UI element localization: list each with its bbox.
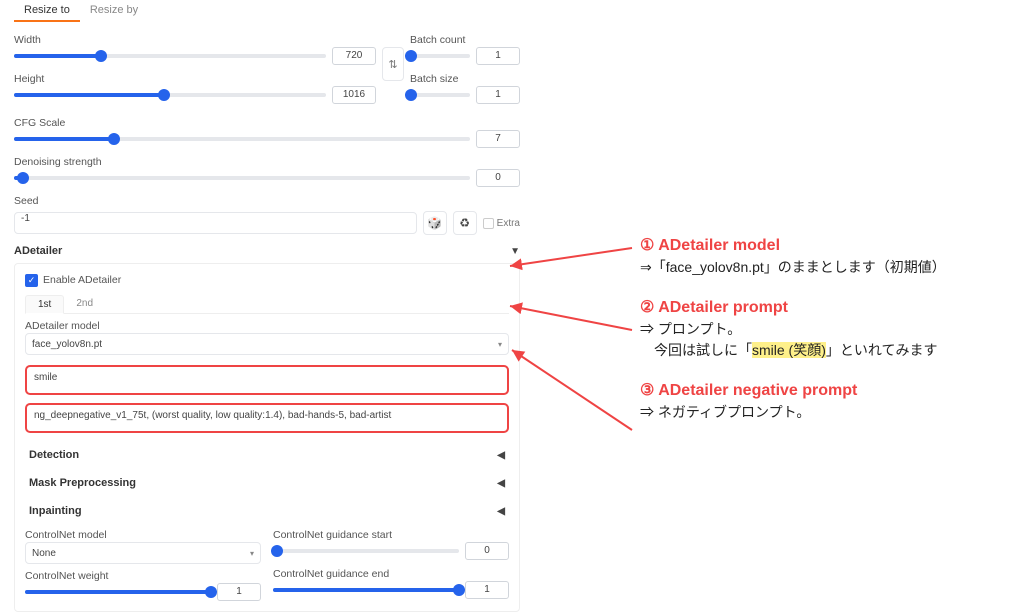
tab-resize-to[interactable]: Resize to	[14, 0, 80, 22]
controlnet-gend-value[interactable]: 1	[465, 581, 509, 599]
adetailer-model-label: ADetailer model	[25, 320, 509, 332]
width-slider[interactable]	[14, 54, 326, 58]
adetailer-model-select[interactable]: face_yolov8n.pt▾	[25, 333, 509, 355]
chevron-left-icon: ◀	[497, 478, 505, 489]
denoise-value[interactable]: 0	[476, 169, 520, 187]
controlnet-gend-slider[interactable]	[273, 588, 459, 592]
height-slider[interactable]	[14, 93, 326, 97]
width-value[interactable]: 720	[332, 47, 376, 65]
adetailer-prompt-input[interactable]: smile	[25, 365, 509, 395]
controlnet-gend-label: ControlNet guidance end	[273, 568, 509, 580]
controlnet-model-select[interactable]: None▾	[25, 542, 261, 564]
chevron-left-icon: ◀	[497, 506, 505, 517]
dice-button[interactable]: 🎲	[423, 211, 447, 235]
annotation-3-title: ③ ADetailer negative prompt	[640, 380, 1010, 400]
adetailer-panel: ✓ Enable ADetailer 1st 2nd ADetailer mod…	[14, 263, 520, 612]
batch-count-slider[interactable]	[410, 54, 470, 58]
inpainting-accordion[interactable]: Inpainting◀	[25, 497, 509, 525]
adetailer-subtabs: 1st 2nd	[25, 295, 509, 314]
enable-adetailer-checkbox[interactable]: ✓	[25, 274, 38, 287]
recycle-button[interactable]: ♻	[453, 211, 477, 235]
batch-size-label: Batch size	[410, 73, 520, 85]
controlnet-weight-label: ControlNet weight	[25, 570, 261, 582]
annotation-2-body: ⇒ プロンプト。 今回は試しに「smile (笑顔)」といれてみます	[640, 319, 1010, 362]
chevron-down-icon: ▼	[510, 246, 520, 257]
chevron-left-icon: ◀	[497, 450, 505, 461]
batch-size-slider[interactable]	[410, 93, 470, 97]
seed-input[interactable]: -1	[14, 212, 417, 234]
adetailer-header[interactable]: ADetailer ▼	[14, 245, 520, 257]
controlnet-gstart-label: ControlNet guidance start	[273, 529, 509, 541]
seed-label: Seed	[14, 195, 520, 207]
width-label: Width	[14, 34, 376, 46]
controlnet-gstart-slider[interactable]	[273, 549, 459, 553]
subtab-2nd[interactable]: 2nd	[64, 295, 105, 313]
annotation-1-body: ⇒「face_yolov8n.pt」のままとします（初期値）	[640, 257, 1010, 279]
annotation-panel: ① ADetailer model ⇒「face_yolov8n.pt」のままと…	[640, 235, 1010, 442]
cfg-label: CFG Scale	[14, 117, 520, 129]
detection-accordion[interactable]: Detection◀	[25, 441, 509, 469]
adetailer-negative-prompt-input[interactable]: ng_deepnegative_v1_75t, (worst quality, …	[25, 403, 509, 433]
annotation-2-title: ② ADetailer prompt	[640, 297, 1010, 317]
cfg-value[interactable]: 7	[476, 130, 520, 148]
swap-dimensions-button[interactable]: ⇅	[382, 47, 404, 81]
annotation-3-body: ⇒ ネガティブプロンプト。	[640, 402, 1010, 424]
height-value[interactable]: 1016	[332, 86, 376, 104]
batch-size-value[interactable]: 1	[476, 86, 520, 104]
chevron-down-icon: ▾	[250, 549, 254, 558]
subtab-1st[interactable]: 1st	[25, 295, 64, 314]
mask-preprocessing-accordion[interactable]: Mask Preprocessing◀	[25, 469, 509, 497]
resize-tabs: Resize to Resize by	[14, 0, 520, 23]
chevron-down-icon: ▾	[498, 340, 502, 349]
tab-resize-by[interactable]: Resize by	[80, 0, 148, 22]
annotation-1-title: ① ADetailer model	[640, 235, 1010, 255]
controlnet-gstart-value[interactable]: 0	[465, 542, 509, 560]
batch-count-label: Batch count	[410, 34, 520, 46]
controlnet-model-label: ControlNet model	[25, 529, 261, 541]
cfg-slider[interactable]	[14, 137, 470, 141]
batch-count-value[interactable]: 1	[476, 47, 520, 65]
enable-adetailer-label: Enable ADetailer	[43, 274, 121, 286]
controlnet-weight-value[interactable]: 1	[217, 583, 261, 601]
extra-checkbox[interactable]: Extra	[483, 218, 520, 229]
controlnet-weight-slider[interactable]	[25, 590, 211, 594]
denoise-label: Denoising strength	[14, 156, 520, 168]
denoise-slider[interactable]	[14, 176, 470, 180]
height-label: Height	[14, 73, 376, 85]
